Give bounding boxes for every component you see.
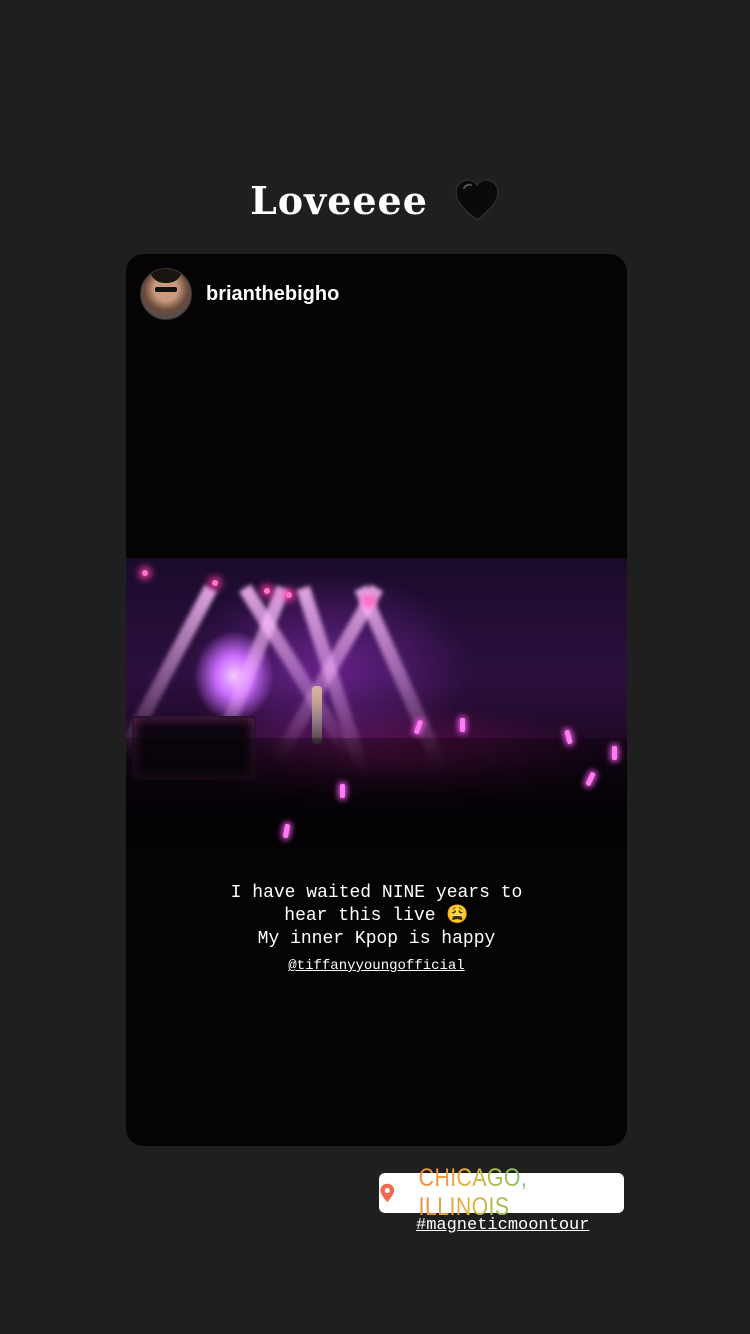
location-name: CHICAGO, ILLINOIS [418, 1164, 607, 1222]
mention-link[interactable]: @tiffanyyoungofficial [288, 955, 464, 978]
username[interactable]: brianthebigho [206, 283, 339, 306]
reshared-story-card[interactable]: brianthebigho I have waited NINE years t… [126, 254, 627, 1146]
story-text-line: hear this live 😩 [284, 906, 469, 926]
story-caption: Loveeee [0, 178, 750, 223]
black-heart-icon [455, 178, 499, 221]
location-pin-icon [380, 1183, 395, 1203]
caption-text: Loveeee [250, 178, 428, 223]
story-text: I have waited NINE years to hear this li… [126, 882, 627, 978]
story-text-line: I have waited NINE years to [230, 883, 523, 903]
avatar[interactable] [140, 268, 192, 320]
location-sticker[interactable]: CHICAGO, ILLINOIS [379, 1164, 624, 1221]
story-text-line: My inner Kpop is happy [257, 929, 496, 949]
concert-photo [126, 558, 627, 848]
post-header[interactable]: brianthebigho [140, 268, 339, 320]
hashtag-sticker[interactable]: #magneticmoontour [416, 1216, 589, 1235]
